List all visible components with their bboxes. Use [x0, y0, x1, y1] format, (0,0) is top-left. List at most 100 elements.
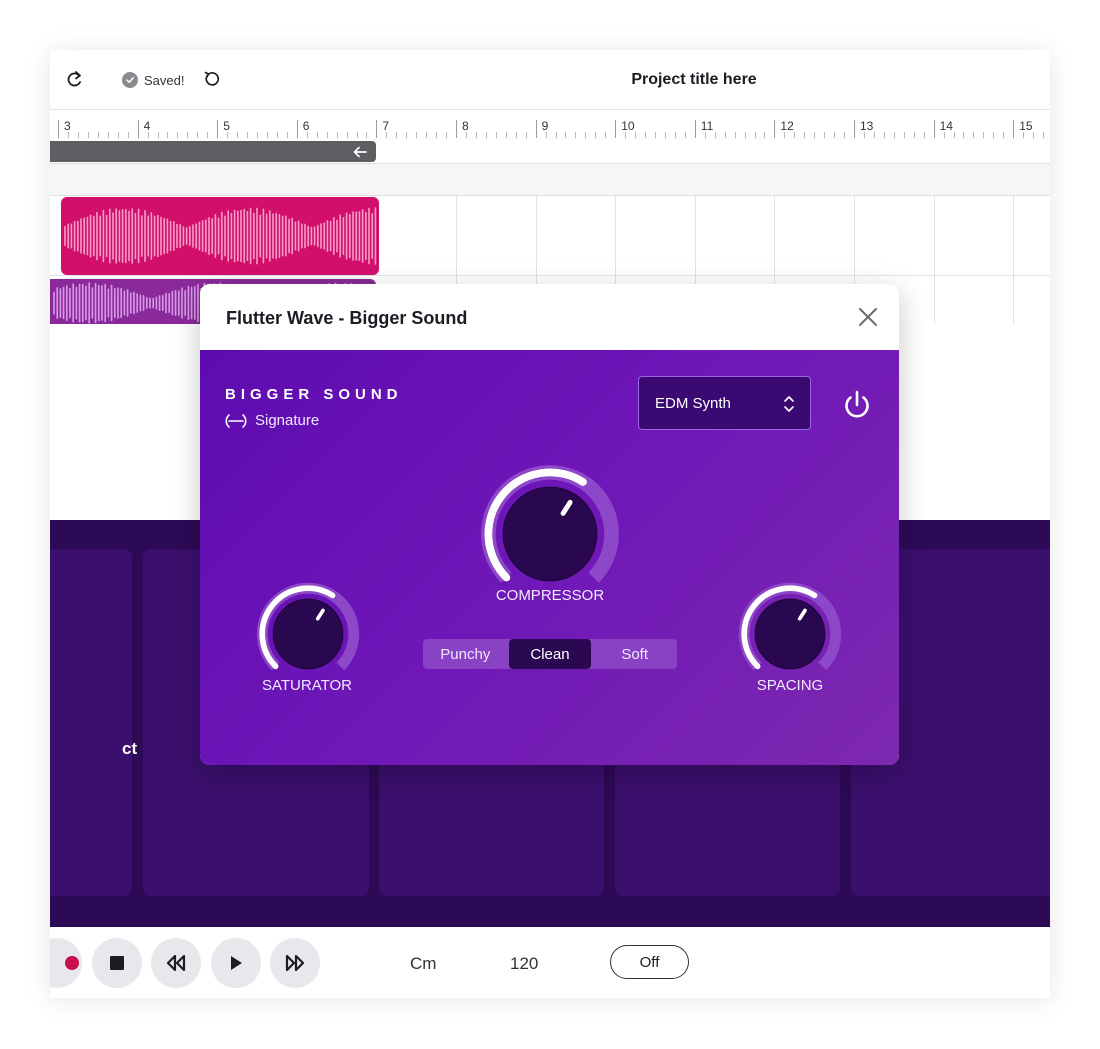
- ruler-minor-tick: [555, 132, 557, 138]
- ruler-minor-tick: [336, 132, 338, 138]
- audio-clip-pink[interactable]: [61, 197, 379, 275]
- signature-tag: Signature: [224, 412, 319, 429]
- ruler-minor-tick: [276, 132, 278, 138]
- save-status: Saved!: [122, 70, 184, 90]
- ruler-minor-tick: [993, 132, 995, 138]
- ruler-minor-tick: [684, 132, 686, 138]
- ruler-minor-tick: [754, 132, 756, 138]
- ruler-number: 9: [541, 119, 549, 133]
- ruler-minor-tick: [187, 132, 189, 138]
- ruler-minor-tick: [724, 132, 726, 138]
- ruler-minor-tick: [893, 132, 895, 138]
- effect-dialog: Flutter Wave - Bigger Sound BIGGER SOUND…: [200, 284, 899, 765]
- ruler-minor-tick: [883, 132, 885, 138]
- project-title[interactable]: Project title here: [594, 71, 794, 89]
- mode-soft-button[interactable]: Soft: [592, 639, 677, 669]
- ruler-minor-tick: [704, 132, 706, 138]
- ruler-tick: [933, 120, 935, 138]
- ruler-minor-tick: [495, 132, 497, 138]
- close-icon[interactable]: [857, 306, 879, 328]
- ruler-number: 12: [780, 119, 794, 133]
- ruler-minor-tick: [625, 132, 627, 138]
- ruler-minor-tick: [943, 132, 945, 138]
- ruler-minor-tick: [605, 132, 607, 138]
- mode-clean-button[interactable]: Clean: [508, 639, 592, 669]
- ruler-minor-tick: [97, 132, 99, 138]
- ruler-tick: [615, 120, 617, 138]
- loop-region[interactable]: [50, 141, 376, 162]
- ruler-tick: [137, 120, 139, 138]
- ruler-minor-tick: [645, 132, 647, 138]
- grid-line: [933, 196, 935, 324]
- ruler-minor-tick: [237, 132, 239, 138]
- ruler-minor-tick: [575, 132, 577, 138]
- ruler-minor-tick: [714, 132, 716, 138]
- metronome-toggle[interactable]: Off: [610, 945, 689, 979]
- ruler-minor-tick: [595, 132, 597, 138]
- ruler-minor-tick: [814, 132, 816, 138]
- rewind-button[interactable]: [151, 938, 201, 988]
- key-selector[interactable]: Cm: [410, 954, 436, 974]
- redo-icon[interactable]: [64, 68, 86, 90]
- waveform: [64, 207, 377, 265]
- ruler-minor-tick: [485, 132, 487, 138]
- ruler-minor-tick: [983, 132, 985, 138]
- ruler-tick: [217, 120, 219, 138]
- ruler-number: 13: [860, 119, 874, 133]
- ruler-minor-tick: [207, 132, 209, 138]
- ruler-minor-tick: [465, 132, 467, 138]
- ruler-minor-tick: [764, 132, 766, 138]
- pad[interactable]: ct: [50, 549, 137, 896]
- ruler-minor-tick: [923, 132, 925, 138]
- play-button[interactable]: [211, 938, 261, 988]
- ruler-minor-tick: [834, 132, 836, 138]
- signature-icon: [225, 413, 247, 428]
- ruler-minor-tick: [67, 132, 69, 138]
- record-button[interactable]: [50, 938, 82, 988]
- ruler-minor-tick: [515, 132, 517, 138]
- ruler-minor-tick: [77, 132, 79, 138]
- ruler-tick: [296, 120, 298, 138]
- ruler-number: 3: [64, 119, 71, 133]
- history-icon[interactable]: [202, 69, 222, 89]
- ruler-minor-tick: [386, 132, 388, 138]
- empty-track-row: [50, 164, 1050, 196]
- loop-region-row[interactable]: [50, 140, 1050, 164]
- ruler-minor-tick: [505, 132, 507, 138]
- dialog-title: Flutter Wave - Bigger Sound: [226, 308, 468, 328]
- rewind-icon: [166, 955, 186, 971]
- ruler-minor-tick: [157, 132, 159, 138]
- compressor-knob[interactable]: [480, 464, 620, 604]
- power-icon[interactable]: [840, 388, 874, 422]
- ruler-minor-tick: [117, 132, 119, 138]
- bpm-field[interactable]: 120: [510, 954, 538, 974]
- ruler-minor-tick: [366, 132, 368, 138]
- spacing-label: SPACING: [756, 677, 824, 694]
- ruler-tick: [774, 120, 776, 138]
- ruler-number: 11: [700, 119, 714, 133]
- preset-dropdown[interactable]: EDM Synth: [638, 376, 811, 430]
- top-bar: Saved! Project title here: [50, 50, 1050, 110]
- grid-line: [1013, 196, 1015, 324]
- ruler-minor-tick: [257, 132, 258, 138]
- ruler-minor-tick: [664, 132, 666, 138]
- pad-label: ct: [122, 739, 138, 758]
- saturator-knob[interactable]: [256, 582, 360, 686]
- ruler-minor-tick: [804, 132, 806, 138]
- ruler-minor-tick: [416, 132, 418, 138]
- stop-button[interactable]: [92, 938, 142, 988]
- ruler-number: 6: [302, 119, 310, 133]
- ruler-minor-tick: [326, 132, 328, 138]
- ruler-number: 10: [621, 119, 635, 133]
- ruler-minor-tick: [406, 132, 408, 138]
- timeline-ruler[interactable]: 3 4 5 6 7 8 9 10 11 12 13 14 15: [50, 110, 1050, 140]
- compressor-mode-selector: Punchy Clean Soft: [423, 639, 677, 669]
- spacing-knob[interactable]: [738, 582, 842, 686]
- ruler-minor-tick: [356, 132, 358, 138]
- mode-punchy-button[interactable]: Punchy: [423, 639, 508, 669]
- ruler-minor-tick: [963, 132, 965, 138]
- fast-forward-button[interactable]: [270, 938, 320, 988]
- check-icon: [122, 72, 138, 88]
- ruler-minor-tick: [655, 132, 656, 138]
- arrow-left-icon[interactable]: [352, 144, 368, 160]
